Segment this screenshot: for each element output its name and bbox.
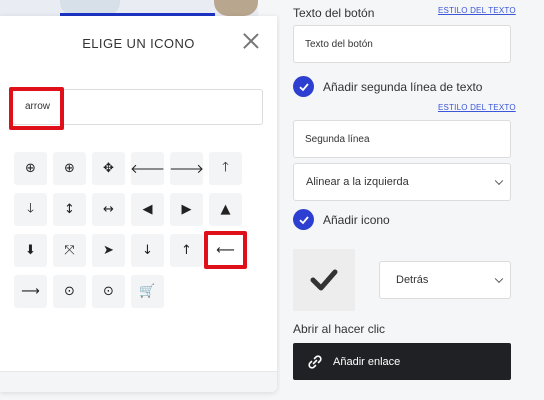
- button-text-value: Texto del botón: [305, 38, 373, 50]
- second-line-input[interactable]: Segunda línea: [293, 120, 511, 158]
- arrow-up-icon[interactable]: 🡑: [209, 152, 242, 185]
- on-click-label: Abrir al hacer clic: [293, 322, 386, 336]
- location-arrow-icon[interactable]: ➤: [92, 234, 125, 267]
- circle-arrow-right-icon[interactable]: ⊙: [53, 275, 86, 308]
- icon-search-input[interactable]: arrow: [12, 89, 263, 125]
- cart-arrow-down-icon[interactable]: 🛒: [131, 275, 164, 308]
- circle-arrow-down-icon[interactable]: ⊕: [14, 152, 47, 185]
- modal-footer: [0, 371, 277, 392]
- add-link-label: Añadir enlace: [333, 355, 401, 368]
- modal-title: ELIGE UN ICONO: [82, 36, 195, 51]
- checkbox-checked-icon[interactable]: [293, 209, 314, 230]
- circle-chevron-left-icon[interactable]: ◀: [131, 193, 164, 226]
- add-link-button[interactable]: Añadir enlace: [293, 343, 511, 380]
- long-arrow-left-icon[interactable]: ⟵: [209, 234, 242, 267]
- button-text-input[interactable]: Texto del botón: [293, 25, 511, 63]
- link-icon: [308, 354, 322, 369]
- second-line-style-link[interactable]: ESTILO DEL TEXTO: [438, 103, 516, 112]
- chevron-down-icon: [494, 176, 504, 186]
- close-icon[interactable]: [240, 30, 262, 52]
- circle-arrow-up-icon[interactable]: ⊕: [53, 152, 86, 185]
- icon-picker-modal: ELIGE UN ICONO arrow ⊕ ⊕ ✥ 🡐 🡒 🡑 🡓 ↕ ↔ ◀ ▶ ▲ ⬇ ⤧ ➤ ↓ ↑ ⟵ ⟶…: [0, 16, 277, 392]
- second-line-toggle[interactable]: Añadir segunda línea de texto: [293, 76, 482, 97]
- arrows-horizontal-icon[interactable]: ↔: [92, 193, 125, 226]
- second-line-value: Segunda línea: [305, 133, 370, 145]
- arrow-right-icon[interactable]: 🡒: [169, 152, 204, 185]
- button-text-label: Texto del botón: [293, 6, 375, 20]
- add-icon-toggle[interactable]: Añadir icono: [293, 209, 390, 230]
- selected-icon-preview[interactable]: [293, 249, 355, 311]
- circle-chevron-up-icon[interactable]: ▲: [209, 193, 242, 226]
- checkmark-icon: [310, 269, 338, 291]
- checkbox-checked-icon[interactable]: [293, 76, 314, 97]
- background-photo: [0, 0, 258, 16]
- circle-arrow-right-alt-icon[interactable]: ⊙: [92, 275, 125, 308]
- chevron-down-icon: [494, 274, 504, 284]
- icon-position-value: Detrás: [396, 274, 429, 286]
- circle-arrow-down-solid-icon[interactable]: ⬇: [14, 234, 47, 267]
- second-line-label: Añadir segunda línea de texto: [323, 79, 483, 94]
- long-arrow-down-icon[interactable]: ↓: [131, 234, 164, 267]
- photo-shape: [214, 0, 258, 16]
- arrows-vertical-icon[interactable]: ↕: [53, 193, 86, 226]
- align-select[interactable]: Alinear a la izquierda: [293, 163, 511, 201]
- icon-position-select[interactable]: Detrás: [379, 261, 511, 299]
- search-value: arrow: [25, 101, 51, 112]
- long-arrow-up-icon[interactable]: ↑: [170, 234, 203, 267]
- circle-chevron-right-icon[interactable]: ▶: [170, 193, 203, 226]
- expand-arrows-icon[interactable]: ⤧: [53, 234, 86, 267]
- text-style-link[interactable]: ESTILO DEL TEXTO: [438, 6, 516, 15]
- move-arrows-icon[interactable]: ✥: [92, 152, 125, 185]
- arrow-left-icon[interactable]: 🡐: [130, 152, 165, 185]
- long-arrow-right-icon[interactable]: ⟶: [14, 275, 47, 308]
- add-icon-label: Añadir icono: [323, 212, 390, 227]
- arrow-down-icon[interactable]: 🡓: [14, 193, 47, 226]
- align-select-value: Alinear a la izquierda: [306, 176, 409, 188]
